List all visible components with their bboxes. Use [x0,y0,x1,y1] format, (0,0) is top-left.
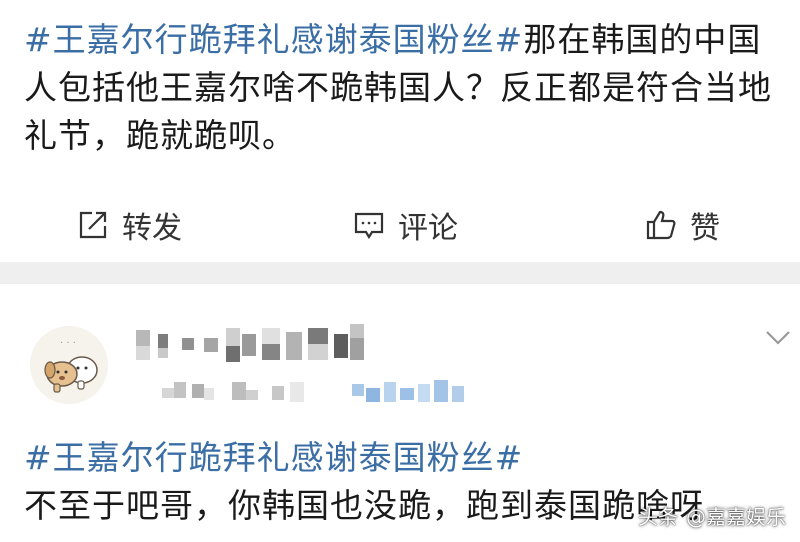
weibo-post: #王嘉尔行跪拜礼感谢泰国粉丝#那在韩国的中国人包括他王嘉尔啥不跪韩国人？反正都是… [0,0,800,262]
post-topic-link[interactable]: #王嘉尔行跪拜礼感谢泰国粉丝# [24,20,523,59]
chevron-down-icon[interactable] [764,328,792,348]
comment-button[interactable]: 评论 [352,195,458,255]
pixelated-username [136,324,364,362]
cartoon-dogs-avatar-icon: · · · [30,326,108,404]
thumbs-up-icon [646,210,676,240]
post-text: #王嘉尔行跪拜礼感谢泰国粉丝#那在韩国的中国人包括他王嘉尔啥不跪韩国人？反正都是… [24,16,784,160]
pixelated-post-meta [162,380,464,402]
repost-label: 转发 [122,211,182,246]
post-action-bar: 转发 评论 赞 [0,195,800,255]
watermark-account: @嘉嘉娱乐 [686,505,786,529]
svg-text:· · ·: · · · [60,338,76,349]
like-label: 赞 [690,211,720,246]
comment-label: 评论 [398,211,458,246]
like-button[interactable]: 赞 [644,195,720,255]
section-separator [0,262,800,284]
comment-icon [354,212,384,240]
avatar[interactable]: · · · [30,326,108,404]
reply-topic-link[interactable]: #王嘉尔行跪拜礼感谢泰国粉丝# [24,438,523,477]
watermark: 头条 @嘉嘉娱乐 [638,501,786,530]
share-icon [79,211,107,239]
reply-card: · · · #王嘉尔行跪拜礼感谢泰国粉丝# 不至于吧哥，你韩国也没跪，跑到泰国跪… [0,284,800,542]
watermark-platform: 头条 [638,505,678,529]
repost-button[interactable]: 转发 [76,195,182,255]
